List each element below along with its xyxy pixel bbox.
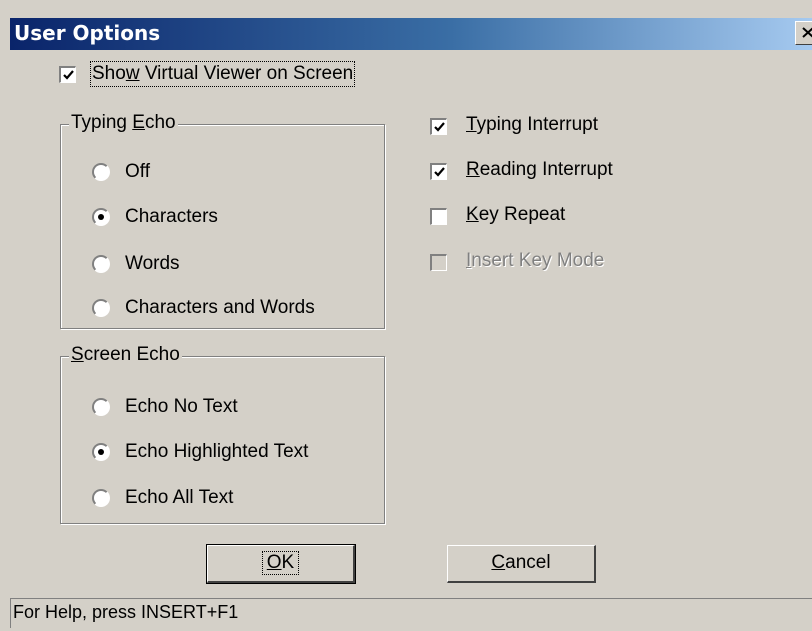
checkmark-icon — [434, 122, 445, 132]
echo-no-text-label[interactable]: Echo No Text — [125, 396, 238, 418]
radio-selected-dot — [98, 449, 104, 455]
typing-echo-chars-words-radio[interactable] — [92, 299, 110, 317]
checkmark-icon — [63, 70, 74, 80]
echo-all-text-radio[interactable] — [92, 489, 110, 507]
typing-echo-chars-words-label[interactable]: Characters and Words — [125, 297, 315, 319]
key-repeat-label[interactable]: Key Repeat — [466, 204, 565, 226]
typing-echo-words-label[interactable]: Words — [125, 253, 180, 275]
key-repeat-checkbox[interactable] — [430, 208, 447, 225]
typing-echo-off-radio[interactable] — [92, 163, 110, 181]
typing-echo-off-label[interactable]: Off — [125, 161, 150, 183]
reading-interrupt-checkbox[interactable] — [430, 163, 447, 180]
typing-echo-characters-radio[interactable] — [92, 208, 110, 226]
reading-interrupt-label[interactable]: Reading Interrupt — [466, 159, 613, 181]
title-bar: User Options — [10, 18, 812, 50]
insert-key-mode-label: Insert Key Mode — [466, 250, 605, 271]
close-button[interactable] — [795, 21, 812, 45]
show-viewer-label[interactable]: Show Virtual Viewer on Screen — [89, 61, 356, 87]
status-text: For Help, press INSERT+F1 — [13, 602, 239, 622]
typing-echo-words-radio[interactable] — [92, 255, 110, 273]
cancel-button[interactable]: Cancel — [447, 545, 596, 583]
echo-highlighted-text-radio[interactable] — [92, 443, 110, 461]
show-viewer-checkbox[interactable] — [59, 66, 76, 83]
insert-key-mode-checkbox — [430, 254, 447, 271]
echo-all-text-label[interactable]: Echo All Text — [125, 487, 233, 509]
user-options-dialog: User Options Show Virtual Viewer on Scre… — [0, 0, 812, 631]
typing-interrupt-label[interactable]: Typing Interrupt — [466, 114, 598, 136]
status-bar: For Help, press INSERT+F1 — [10, 598, 812, 628]
close-icon — [802, 27, 812, 38]
echo-highlighted-text-label[interactable]: Echo Highlighted Text — [125, 441, 308, 463]
echo-no-text-radio[interactable] — [92, 398, 110, 416]
checkmark-icon — [434, 167, 445, 177]
screen-echo-legend: Screen Echo — [69, 344, 182, 366]
window-title: User Options — [14, 21, 161, 45]
radio-selected-dot — [98, 214, 104, 220]
typing-echo-characters-label[interactable]: Characters — [125, 206, 218, 228]
ok-button[interactable]: OK — [206, 544, 356, 584]
typing-interrupt-checkbox[interactable] — [430, 118, 447, 135]
typing-echo-legend: Typing Echo — [69, 112, 178, 134]
